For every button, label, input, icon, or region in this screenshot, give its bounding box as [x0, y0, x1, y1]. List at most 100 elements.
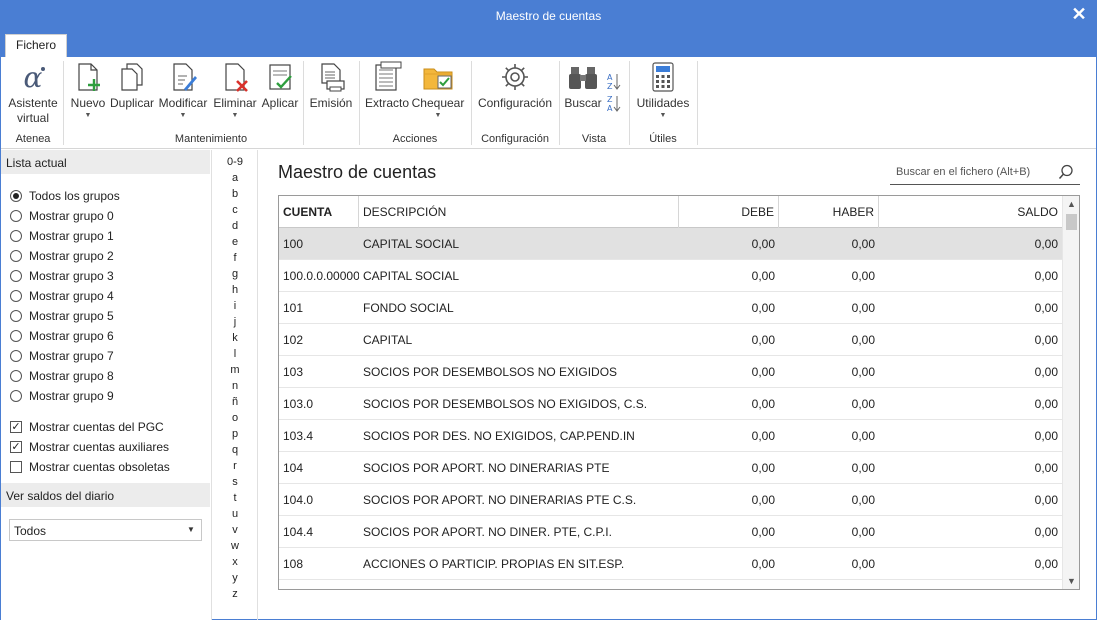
chevron-down-icon[interactable]: ▼: [183, 522, 199, 538]
vertical-scrollbar[interactable]: ▲ ▼: [1062, 196, 1079, 589]
radio-button[interactable]: [10, 310, 22, 322]
alphabet-index-letter[interactable]: 0-9: [212, 156, 258, 168]
alphabet-index-letter[interactable]: c: [212, 204, 258, 216]
table-row[interactable]: 103.4 SOCIOS POR DES. NO EXIGIDOS, CAP.PE…: [279, 420, 1062, 452]
alphabet-index-letter[interactable]: x: [212, 556, 258, 568]
scroll-up-icon[interactable]: ▲: [1063, 196, 1079, 212]
table-row[interactable]: 103 SOCIOS POR DESEMBOLSOS NO EXIGIDOS 0,0…: [279, 356, 1062, 388]
group-radio-option[interactable]: Mostrar grupo 3: [10, 267, 114, 285]
radio-button[interactable]: [10, 210, 22, 222]
search-input[interactable]: Buscar en el fichero (Alt+B): [890, 159, 1080, 185]
account-filter-checkbox[interactable]: Mostrar cuentas obsoletas: [10, 458, 170, 476]
alphabet-index-letter[interactable]: h: [212, 284, 258, 296]
radio-button[interactable]: [10, 390, 22, 402]
group-radio-option[interactable]: Mostrar grupo 1: [10, 227, 114, 245]
alphabet-index-letter[interactable]: e: [212, 236, 258, 248]
alphabet-index-letter[interactable]: m: [212, 364, 258, 376]
table-row[interactable]: 108 ACCIONES O PARTICIP. PROPIAS EN SIT.E…: [279, 548, 1062, 580]
alphabet-index-letter[interactable]: q: [212, 444, 258, 456]
alphabet-index-letter[interactable]: s: [212, 476, 258, 488]
alphabet-index-letter[interactable]: j: [212, 316, 258, 328]
emision-button[interactable]: Emisión: [308, 61, 354, 111]
utilidades-button[interactable]: Utilidades ▼: [634, 61, 692, 120]
close-icon[interactable]: ✕: [1070, 5, 1088, 23]
account-filter-checkbox[interactable]: ✓ Mostrar cuentas auxiliares: [10, 438, 169, 456]
alphabet-index-letter[interactable]: ñ: [212, 396, 258, 408]
sort-button[interactable]: A Z Z A: [603, 71, 625, 116]
alphabet-index-letter[interactable]: z: [212, 588, 258, 600]
saldos-select-value: Todos: [14, 524, 47, 538]
group-radio-option[interactable]: Mostrar grupo 0: [10, 207, 114, 225]
checkbox-label: Mostrar cuentas del PGC: [29, 420, 164, 434]
scroll-thumb[interactable]: [1066, 214, 1077, 230]
account-filter-checkbox[interactable]: ✓ Mostrar cuentas del PGC: [10, 418, 164, 436]
column-header-cuenta[interactable]: CUENTA: [279, 196, 359, 228]
alphabet-index-letter[interactable]: y: [212, 572, 258, 584]
group-utiles-label: Útiles: [649, 133, 677, 145]
alphabet-index-letter[interactable]: t: [212, 492, 258, 504]
aplicar-button[interactable]: Aplicar: [260, 61, 300, 111]
checkbox[interactable]: ✓: [10, 421, 22, 433]
table-row[interactable]: 101 FONDO SOCIAL 0,00 0,00 0,00: [279, 292, 1062, 324]
table-row[interactable]: 100 CAPITAL SOCIAL 0,00 0,00 0,00: [279, 228, 1062, 260]
table-row[interactable]: 103.0 SOCIOS POR DESEMBOLSOS NO EXIGIDOS,…: [279, 388, 1062, 420]
radio-button[interactable]: [10, 370, 22, 382]
alphabet-index-letter[interactable]: b: [212, 188, 258, 200]
table-row[interactable]: 104.0 SOCIOS POR APORT. NO DINERARIAS PTE…: [279, 484, 1062, 516]
group-radio-option[interactable]: Mostrar grupo 8: [10, 367, 114, 385]
alphabet-index-letter[interactable]: k: [212, 332, 258, 344]
radio-button[interactable]: [10, 190, 22, 202]
scroll-down-icon[interactable]: ▼: [1063, 573, 1079, 589]
radio-button[interactable]: [10, 290, 22, 302]
alphabet-index-letter[interactable]: f: [212, 252, 258, 264]
group-radio-option[interactable]: Mostrar grupo 5: [10, 307, 114, 325]
saldos-select[interactable]: Todos ▼: [9, 519, 202, 541]
buscar-button[interactable]: Buscar: [564, 61, 602, 111]
radio-button[interactable]: [10, 270, 22, 282]
extracto-button[interactable]: Extracto: [364, 61, 410, 111]
group-radio-option[interactable]: Todos los grupos: [10, 187, 120, 205]
radio-button[interactable]: [10, 350, 22, 362]
group-radio-option[interactable]: Mostrar grupo 7: [10, 347, 114, 365]
group-radio-option[interactable]: Mostrar grupo 4: [10, 287, 114, 305]
alphabet-index-letter[interactable]: u: [212, 508, 258, 520]
group-radio-option[interactable]: Mostrar grupo 2: [10, 247, 114, 265]
radio-button[interactable]: [10, 230, 22, 242]
alphabet-index-letter[interactable]: a: [212, 172, 258, 184]
column-header-descripcion[interactable]: DESCRIPCIÓN: [359, 196, 679, 228]
asistente-virtual-button[interactable]: α Asistente virtual: [7, 61, 59, 126]
alphabet-index-letter[interactable]: v: [212, 524, 258, 536]
table-row[interactable]: 104 SOCIOS POR APORT. NO DINERARIAS PTE 0,…: [279, 452, 1062, 484]
alphabet-index-letter[interactable]: o: [212, 412, 258, 424]
alphabet-index-letter[interactable]: n: [212, 380, 258, 392]
alphabet-index-letter[interactable]: w: [212, 540, 258, 552]
alphabet-index-letter[interactable]: r: [212, 460, 258, 472]
column-header-debe[interactable]: DEBE: [679, 196, 779, 228]
chequear-button[interactable]: Chequear ▼: [411, 61, 465, 120]
radio-button[interactable]: [10, 330, 22, 342]
table-row[interactable]: 102 CAPITAL 0,00 0,00 0,00: [279, 324, 1062, 356]
column-header-haber[interactable]: HABER: [779, 196, 879, 228]
alphabet-index-letter[interactable]: p: [212, 428, 258, 440]
column-header-saldo[interactable]: SALDO: [879, 196, 1062, 228]
search-icon[interactable]: [1058, 164, 1074, 180]
checkbox[interactable]: ✓: [10, 441, 22, 453]
group-radio-option[interactable]: Mostrar grupo 9: [10, 387, 114, 405]
cell-haber: 0,00: [851, 461, 875, 475]
alphabet-index-letter[interactable]: i: [212, 300, 258, 312]
table-row[interactable]: 104.4 SOCIOS POR APORT. NO DINER. PTE, C.…: [279, 516, 1062, 548]
eliminar-button[interactable]: Eliminar ▼: [211, 61, 259, 120]
group-radio-option[interactable]: Mostrar grupo 6: [10, 327, 114, 345]
alphabet-index-letter[interactable]: g: [212, 268, 258, 280]
nuevo-button[interactable]: Nuevo ▼: [68, 61, 108, 120]
modificar-button[interactable]: Modificar ▼: [157, 61, 209, 120]
radio-button[interactable]: [10, 250, 22, 262]
duplicar-button[interactable]: Duplicar: [109, 61, 155, 111]
table-row[interactable]: 100.0.0.00000 CAPITAL SOCIAL 0,00 0,00 0,00: [279, 260, 1062, 292]
alphabet-index-letter[interactable]: d: [212, 220, 258, 232]
tab-fichero[interactable]: Fichero: [5, 34, 67, 57]
checkbox[interactable]: [10, 461, 22, 473]
alphabet-index-letter[interactable]: l: [212, 348, 258, 360]
cell-cuenta: 103.0: [283, 397, 314, 411]
configuracion-button[interactable]: Configuración: [476, 61, 554, 111]
